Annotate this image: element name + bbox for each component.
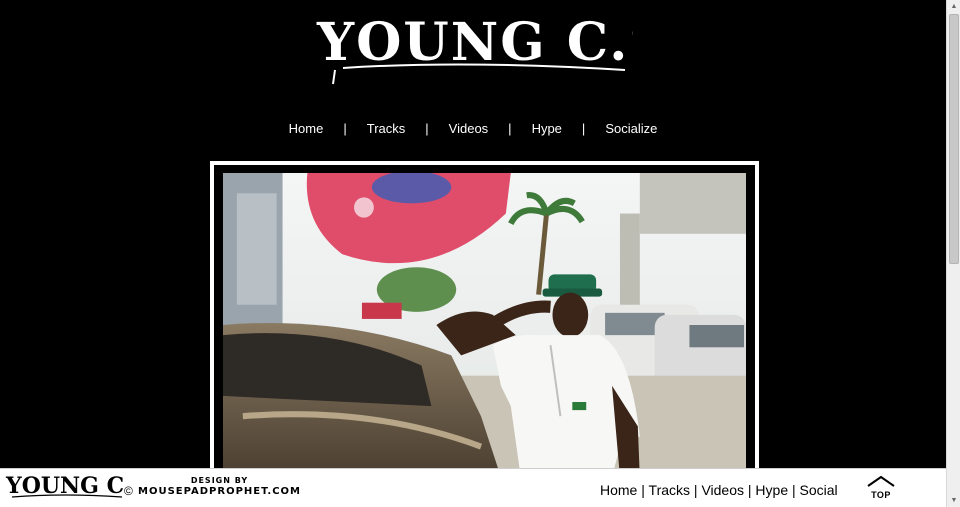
footer-nav-separator: | [788, 482, 800, 498]
main-nav: Home | Tracks | Videos | Hype | Socializ… [0, 118, 946, 138]
scroll-up-arrow-icon[interactable]: ▲ [947, 0, 960, 13]
footer-nav: Home | Tracks | Videos | Hype | Social [600, 482, 838, 498]
photo-frame [210, 161, 759, 481]
footer-nav-separator: | [744, 482, 756, 498]
back-to-top-label: TOP [871, 490, 891, 500]
footer-nav-videos[interactable]: Videos [701, 482, 744, 498]
footer-logo[interactable]: YOUNG C.S. [4, 471, 154, 507]
nav-tracks[interactable]: Tracks [347, 121, 426, 136]
back-to-top-button[interactable]: TOP [866, 474, 896, 500]
footer-nav-separator: | [637, 482, 649, 498]
footer-nav-hype[interactable]: Hype [755, 482, 788, 498]
scroll-down-arrow-icon[interactable]: ▼ [947, 494, 960, 507]
footer-nav-separator: | [690, 482, 702, 498]
photo-frame-inner [214, 165, 755, 477]
nav-videos[interactable]: Videos [429, 121, 509, 136]
footer-nav-tracks[interactable]: Tracks [649, 482, 690, 498]
house-arrow-icon [867, 475, 895, 487]
vertical-scrollbar[interactable]: ▲ ▼ [946, 0, 960, 507]
artist-photo [223, 173, 746, 477]
nav-socialize[interactable]: Socialize [585, 121, 677, 136]
site-logo[interactable]: YOUNG C.S. [0, 0, 946, 95]
footer-nav-home[interactable]: Home [600, 482, 637, 498]
site-footer: YOUNG C.S. © DESIGN BY MOUSEPADPROPHET.C… [0, 468, 946, 507]
logo-graphic: YOUNG C.S. [316, 12, 633, 85]
designer-credit[interactable]: DESIGN BY MOUSEPADPROPHET.COM [138, 477, 301, 497]
credit-line-2: MOUSEPADPROPHET.COM [138, 486, 302, 497]
scroll-thumb[interactable] [949, 14, 959, 264]
nav-hype[interactable]: Hype [512, 121, 582, 136]
credit-line-1: DESIGN BY [190, 476, 249, 485]
footer-logo-graphic: YOUNG C.S. [5, 473, 154, 499]
nav-home[interactable]: Home [269, 121, 344, 136]
copyright-symbol: © [124, 484, 133, 498]
footer-nav-social[interactable]: Social [800, 482, 838, 498]
